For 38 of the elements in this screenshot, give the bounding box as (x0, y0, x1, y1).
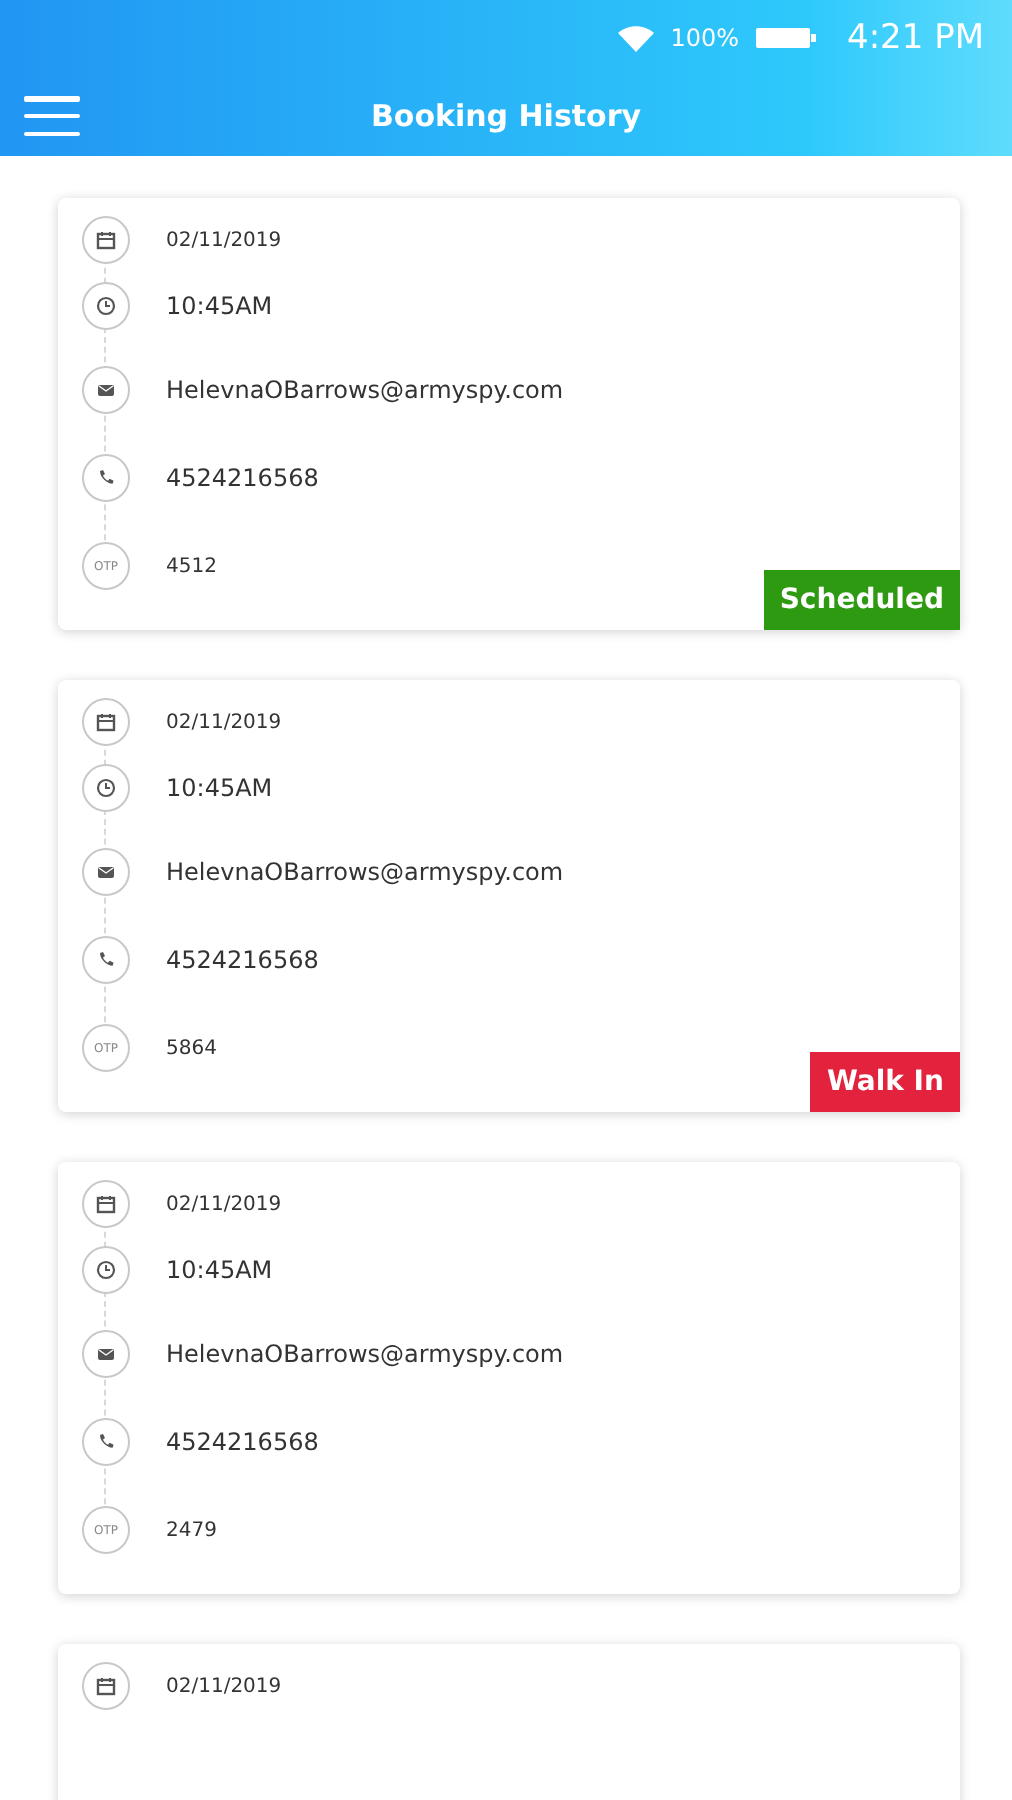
envelope-icon (82, 366, 130, 414)
phone-icon (82, 936, 130, 984)
status-badge: Walk In (810, 1052, 960, 1112)
otp-code: 2479 (166, 1519, 217, 1541)
envelope-icon (82, 848, 130, 896)
menu-button[interactable] (24, 96, 80, 136)
otp-code: 5864 (166, 1037, 217, 1059)
date-text: 02/11/2019 (166, 711, 282, 733)
time-text: 10:45AM (166, 1256, 273, 1284)
email-text: HelevnaOBarrows@armyspy.com (166, 376, 564, 404)
calendar-icon (82, 216, 130, 264)
phone-text: 4524216568 (166, 946, 319, 974)
phone-icon (82, 1418, 130, 1466)
otp-code: 4512 (166, 555, 217, 577)
calendar-icon (82, 1180, 130, 1228)
wifi-icon (618, 25, 655, 51)
email-text: HelevnaOBarrows@armyspy.com (166, 1340, 564, 1368)
date-text: 02/11/2019 (166, 1193, 282, 1215)
phone-text: 4524216568 (166, 1428, 319, 1456)
date-text: 02/11/2019 (166, 229, 282, 251)
battery-icon (755, 26, 815, 50)
date-text: 02/11/2019 (166, 1675, 282, 1697)
phone-text: 4524216568 (166, 464, 319, 492)
phone-icon (82, 454, 130, 502)
status-badge: Scheduled (763, 570, 960, 630)
clock-icon (82, 764, 130, 812)
email-text: HelevnaOBarrows@armyspy.com (166, 858, 564, 886)
page-title: Booking History (368, 98, 644, 134)
calendar-icon (82, 698, 130, 746)
battery-percent: 100% (670, 24, 739, 52)
clock-icon (82, 282, 130, 330)
envelope-icon (82, 1330, 130, 1378)
clock-time: 4:21 PM (847, 18, 984, 58)
time-text: 10:45AM (166, 774, 273, 802)
calendar-icon (82, 1662, 130, 1710)
clock-icon (82, 1246, 130, 1294)
time-text: 10:45AM (166, 292, 273, 320)
booking-card[interactable]: 02/11/2019 (58, 1644, 960, 1800)
